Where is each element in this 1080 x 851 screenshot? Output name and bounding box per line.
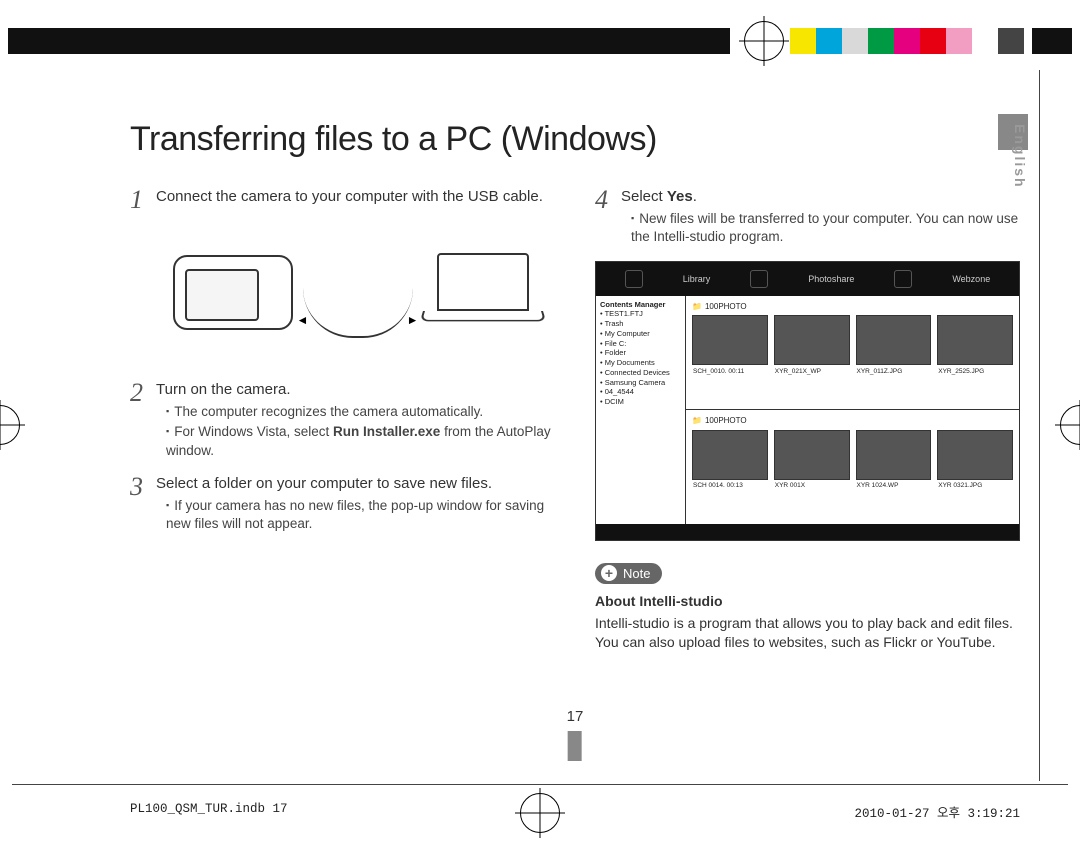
plus-icon: +: [601, 565, 617, 581]
page-content: English Transferring files to a PC (Wind…: [130, 120, 1020, 771]
page-number-block: 17: [567, 708, 584, 761]
note-label: Note: [623, 565, 650, 583]
sidebar-item: • DCIM: [600, 397, 681, 407]
thumbnail: XYR 0321.JPG: [937, 430, 1013, 480]
step-3: 3 Select a folder on your computer to sa…: [130, 474, 555, 536]
app-tab: Library: [683, 273, 711, 285]
right-column: 4 Select Yes. New files will be transfer…: [595, 187, 1020, 652]
step-1: 1 Connect the camera to your computer wi…: [130, 187, 555, 213]
app-tabs: Library Photoshare Webzone: [596, 262, 1019, 296]
step-text: Connect the camera to your computer with…: [156, 187, 555, 213]
connection-illustration: [160, 225, 555, 360]
thumbnail: XYR 1024.WP: [856, 430, 932, 480]
app-sidebar: Contents Manager • TEST1.FTJ• Trash• My …: [596, 296, 686, 524]
thumbnail: SCH_0010. 00:11: [692, 315, 768, 365]
step-text: Select Yes.: [621, 188, 697, 205]
note-title: About Intelli-studio: [595, 592, 1020, 611]
folder-label: 100PHOTO: [705, 302, 747, 313]
thumbnail: XYR_2525.JPG: [937, 315, 1013, 365]
crop-line-right: [1039, 70, 1040, 781]
thumbnail: XYR_011Z.JPG: [856, 315, 932, 365]
sidebar-item: • Trash: [600, 319, 681, 329]
app-tab: Photoshare: [808, 273, 854, 285]
intelli-studio-screenshot: Library Photoshare Webzone Contents Mana…: [595, 261, 1020, 541]
bullet: The computer recognizes the camera autom…: [166, 403, 555, 421]
left-column: 1 Connect the camera to your computer wi…: [130, 187, 555, 652]
app-tab: Webzone: [952, 273, 990, 285]
step-number: 1: [130, 187, 156, 213]
footer-filename: PL100_QSM_TUR.indb 17: [130, 802, 288, 821]
sidebar-item: • Samsung Camera: [600, 378, 681, 388]
step-number: 2: [130, 380, 156, 462]
laptop-icon: [423, 253, 543, 333]
sidebar-item: • TEST1.FTJ: [600, 309, 681, 319]
registration-bar: [0, 28, 1080, 54]
registration-target-right: [1060, 405, 1080, 445]
page-title: Transferring files to a PC (Windows): [130, 120, 1020, 159]
step-text: Turn on the camera.: [156, 381, 291, 398]
bullet: For Windows Vista, select Run Installer.…: [166, 423, 555, 459]
sidebar-item: • My Computer: [600, 329, 681, 339]
sidebar-item: • Folder: [600, 348, 681, 358]
step-number: 3: [130, 474, 156, 536]
sidebar-item: • 04_4544: [600, 387, 681, 397]
thumbnail: SCH 0014. 00:13: [692, 430, 768, 480]
print-footer: PL100_QSM_TUR.indb 17 2010-01-27 오후 3:19…: [130, 802, 1020, 821]
app-main: 📁100PHOTO SCH_0010. 00:11XYR_021X_WPXYR_…: [686, 296, 1019, 524]
registration-target-top: [744, 21, 784, 61]
note-badge: + Note: [595, 563, 662, 585]
sidebar-title: Contents Manager: [600, 300, 681, 310]
note-text: Intelli-studio is a program that allows …: [595, 614, 1020, 652]
step-4: 4 Select Yes. New files will be transfer…: [595, 187, 1020, 249]
thumbnail: XYR_021X_WP: [774, 315, 850, 365]
page-number: 17: [567, 708, 584, 725]
folder-label: 100PHOTO: [705, 416, 747, 427]
sidebar-item: • My Documents: [600, 358, 681, 368]
step-2: 2 Turn on the camera. The computer recog…: [130, 380, 555, 462]
camera-icon: [173, 255, 293, 330]
bullet: New files will be transferred to your co…: [631, 210, 1020, 246]
sidebar-item: • Connected Devices: [600, 368, 681, 378]
crop-line-bottom: [12, 784, 1068, 785]
bullet: If your camera has no new files, the pop…: [166, 497, 555, 533]
thumbnail: XYR 001X: [774, 430, 850, 480]
footer-timestamp: 2010-01-27 오후 3:19:21: [854, 802, 1020, 821]
language-tab: English: [1012, 124, 1028, 189]
sidebar-item: • File C:: [600, 339, 681, 349]
step-text: Select a folder on your computer to save…: [156, 475, 492, 492]
registration-target-left: [0, 405, 20, 445]
step-number: 4: [595, 187, 621, 249]
usb-cable-icon: [303, 288, 413, 338]
